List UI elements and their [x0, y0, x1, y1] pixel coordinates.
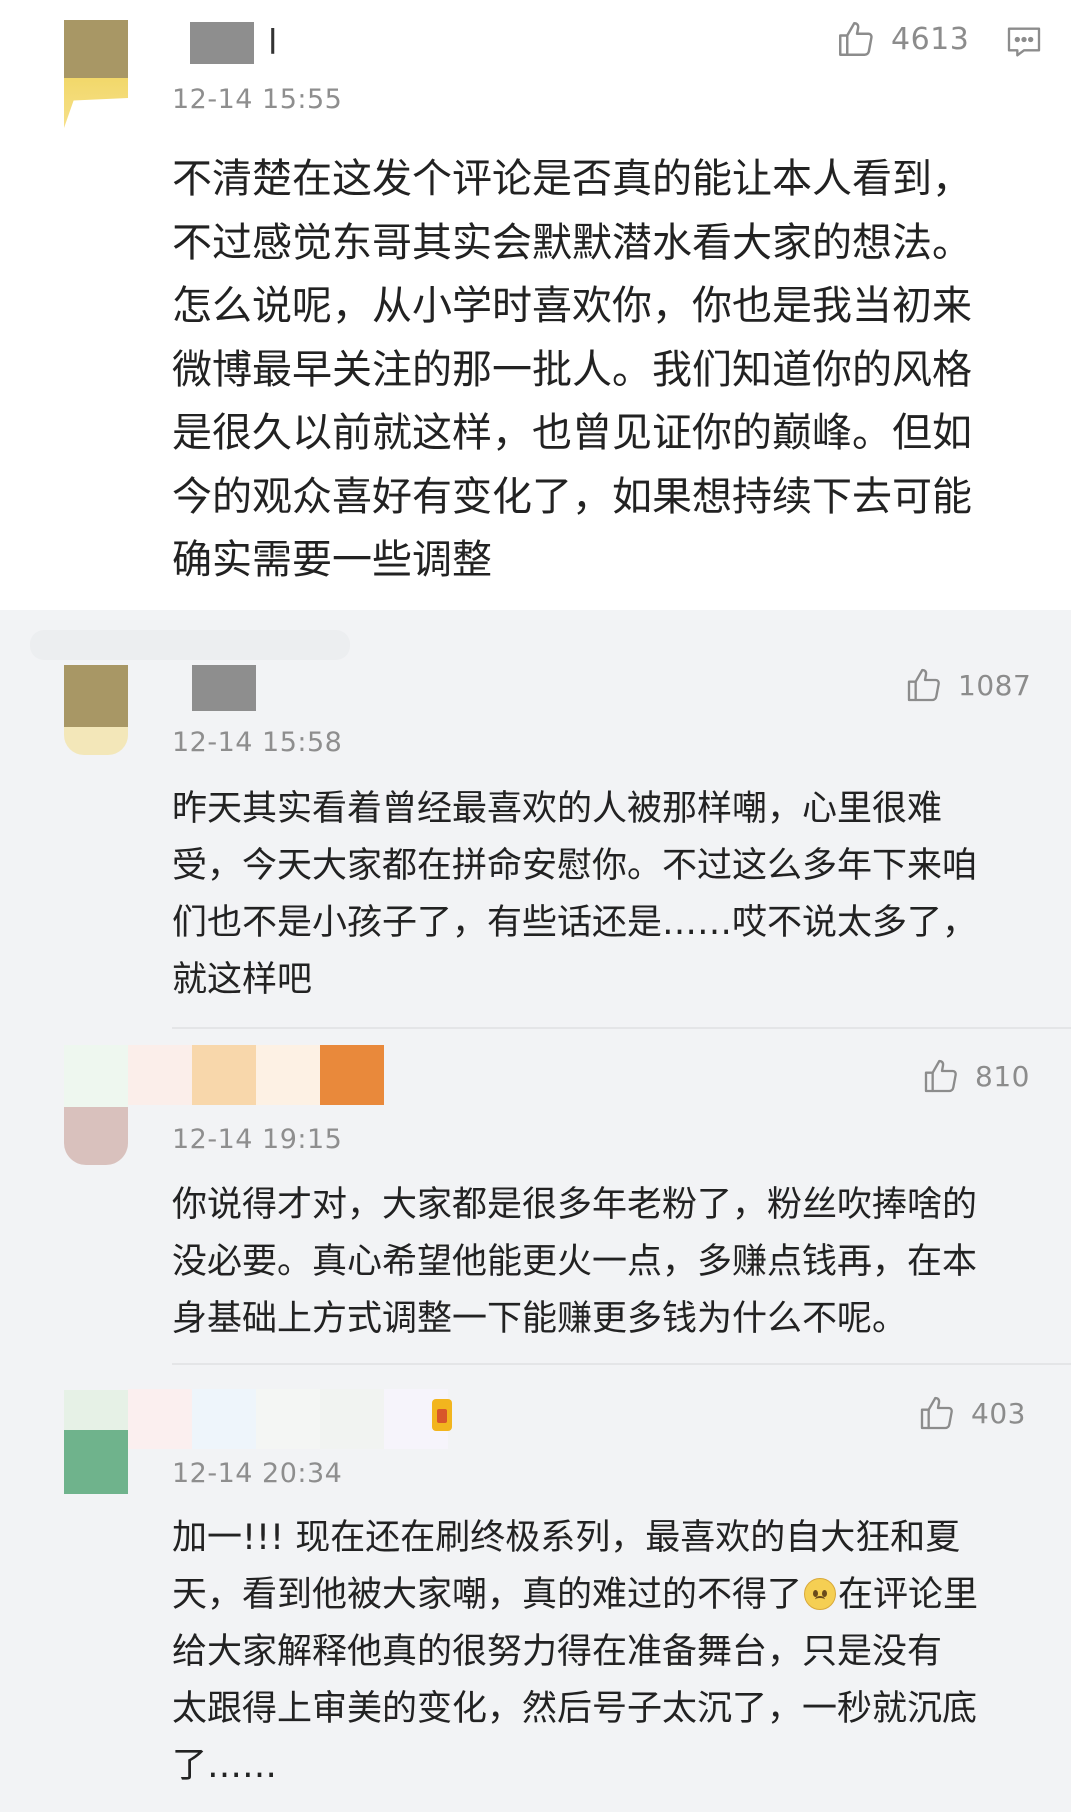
fan-badge-icon: [432, 1399, 452, 1431]
like-button[interactable]: 403: [917, 1393, 1026, 1433]
username[interactable]: [128, 1045, 384, 1105]
like-count: 1087: [958, 668, 1032, 702]
avatar[interactable]: [64, 665, 128, 755]
like-count: 810: [975, 1059, 1030, 1093]
avatar[interactable]: [64, 20, 128, 128]
comment-time: 12-14 15:58: [172, 727, 343, 758]
comment-text: 加一!!! 现在还在刷终极系列，最喜欢的自大狂和夏 天，看到他被大家嘲，真的难过…: [172, 1510, 1042, 1795]
thumbs-up-icon: [839, 22, 873, 56]
comment-time: 12-14 20:34: [172, 1458, 343, 1489]
like-count: 403: [971, 1396, 1026, 1430]
comment-time: 12-14 19:15: [172, 1124, 343, 1155]
comment-item: 1087 12-14 15:58 昨天其实看着曾经最喜欢的人被那样嘲，心里很难 …: [0, 635, 1071, 1030]
comment-text: 昨天其实看着曾经最喜欢的人被那样嘲，心里很难 受，今天大家都在拼命安慰你。不过这…: [172, 789, 978, 1000]
avatar[interactable]: [64, 1045, 128, 1165]
username[interactable]: [192, 665, 256, 711]
username[interactable]: l: [190, 22, 277, 64]
username-tail: l: [268, 23, 278, 63]
comment-time: 12-14 15:55: [172, 84, 343, 115]
like-count: 4613: [891, 21, 970, 57]
like-button[interactable]: 810: [921, 1056, 1030, 1096]
worried-face-emoji: [804, 1578, 837, 1610]
divider: [172, 1027, 1071, 1029]
comment-item: 810 12-14 19:15 你说得才对，大家都是很多年老粉了，粉丝吹捧啥的 …: [0, 1030, 1071, 1365]
accent-swatch: [320, 1045, 384, 1105]
avatar[interactable]: [64, 1390, 128, 1494]
like-button[interactable]: 1087: [904, 665, 1031, 705]
thumbs-up-icon: [920, 1396, 953, 1430]
like-button[interactable]: 4613: [835, 18, 969, 60]
thumbs-up-icon: [907, 668, 940, 702]
comment-item: 403 12-14 20:34 加一!!! 现在还在刷终极系列，最喜欢的自大狂和…: [0, 1365, 1071, 1812]
comment-icon[interactable]: [1004, 22, 1044, 62]
comment-item: l 4613 12-14 15:55 不清楚在这发个评论是否真的能让本人看到， …: [0, 0, 1071, 610]
thumbs-up-icon: [924, 1059, 957, 1093]
comment-text: 你说得才对，大家都是很多年老粉了，粉丝吹捧啥的 没必要。真心希望他能更火一点，多…: [172, 1185, 978, 1339]
comment-text: 不清楚在这发个评论是否真的能让本人看到， 不过感觉东哥其实会默默潜水看大家的想法…: [172, 156, 972, 583]
username[interactable]: [128, 1389, 448, 1449]
